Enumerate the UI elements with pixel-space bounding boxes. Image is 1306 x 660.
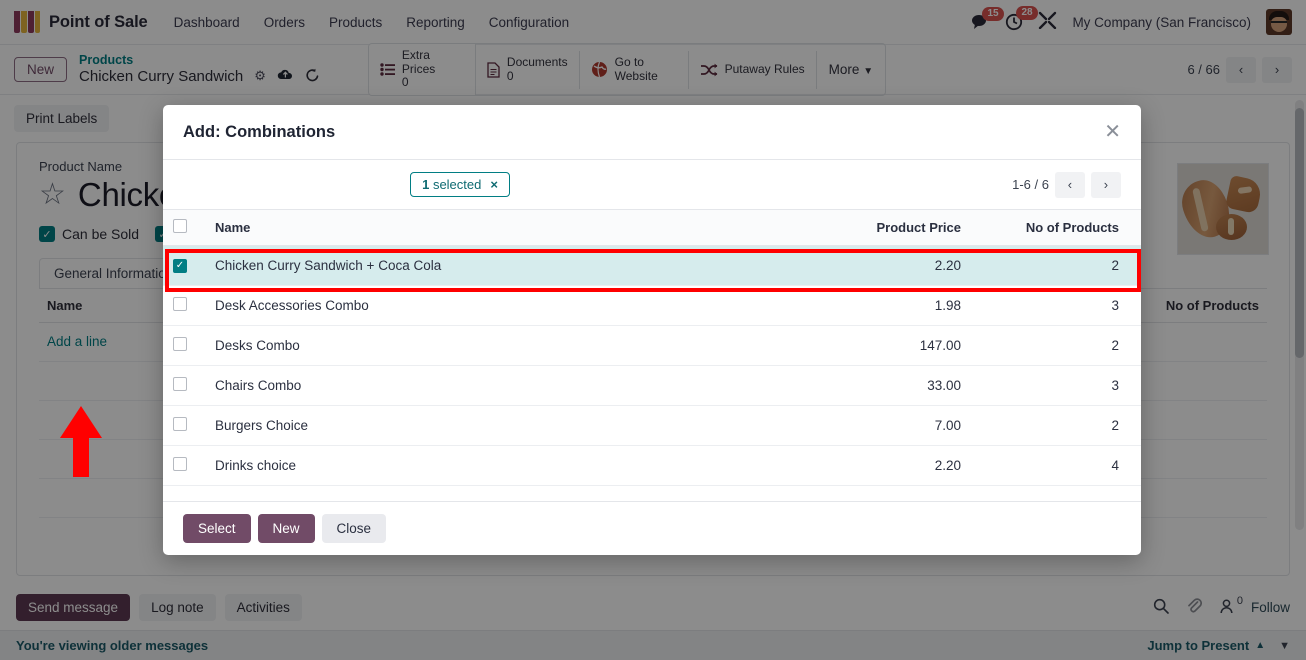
table-row[interactable]: Desks Combo 147.00 2	[163, 325, 1141, 366]
row-name[interactable]: Burgers Choice	[205, 405, 771, 446]
row-no-of-products: 3	[971, 285, 1141, 326]
table-row[interactable]: ✓ Chicken Curry Sandwich + Coca Cola 2.2…	[163, 245, 1141, 286]
clear-selection-icon[interactable]: ×	[490, 177, 498, 192]
row-checkbox-cell[interactable]	[163, 285, 205, 326]
select-button[interactable]: Select	[183, 514, 251, 543]
table-row[interactable]: Drinks choice 2.20 4	[163, 445, 1141, 486]
dialog-control-panel: 1 selected × 1-6 / 6 ‹ ›	[163, 160, 1141, 210]
row-no-of-products: 4	[971, 445, 1141, 486]
row-name[interactable]: Chicken Curry Sandwich + Coca Cola	[205, 245, 771, 286]
column-header-name[interactable]: Name	[205, 210, 771, 246]
row-no-of-products: 3	[971, 365, 1141, 406]
row-checkbox-cell[interactable]	[163, 445, 205, 486]
row-checkbox[interactable]	[173, 417, 187, 431]
select-all-header	[163, 210, 205, 246]
table-header-row: Name Product Price No of Products	[163, 210, 1141, 246]
close-button[interactable]: Close	[321, 514, 387, 543]
dialog-pager-next[interactable]: ›	[1090, 171, 1121, 198]
dialog-pager: 1-6 / 6 ‹ ›	[1012, 171, 1121, 198]
dialog-header: Add: Combinations ✕	[163, 105, 1141, 160]
row-checkbox-cell[interactable]	[163, 325, 205, 366]
row-checkbox[interactable]	[173, 337, 187, 351]
row-product-price: 147.00	[771, 325, 971, 366]
row-product-price: 2.20	[771, 245, 971, 286]
row-no-of-products: 2	[971, 405, 1141, 446]
row-product-price: 33.00	[771, 365, 971, 406]
dialog-title: Add: Combinations	[183, 122, 336, 141]
table-row[interactable]: Desk Accessories Combo 1.98 3	[163, 285, 1141, 326]
row-checkbox-cell[interactable]	[163, 405, 205, 446]
new-button[interactable]: New	[257, 514, 315, 543]
row-checkbox-cell[interactable]	[163, 365, 205, 406]
column-header-product-price[interactable]: Product Price	[771, 210, 971, 246]
table-body: ✓ Chicken Curry Sandwich + Coca Cola 2.2…	[163, 245, 1141, 486]
row-product-price: 1.98	[771, 285, 971, 326]
row-product-price: 2.20	[771, 445, 971, 486]
dialog-pager-text: 1-6 / 6	[1012, 177, 1049, 192]
selection-badge[interactable]: 1 selected ×	[410, 172, 510, 197]
selection-count: 1	[422, 177, 430, 192]
row-checkbox[interactable]	[173, 297, 187, 311]
row-checkbox[interactable]	[173, 377, 187, 391]
row-product-price: 7.00	[771, 405, 971, 446]
row-no-of-products: 2	[971, 325, 1141, 366]
row-name[interactable]: Desks Combo	[205, 325, 771, 366]
row-no-of-products: 2	[971, 245, 1141, 286]
dialog-pager-previous[interactable]: ‹	[1054, 171, 1085, 198]
dialog-body: Name Product Price No of Products ✓ Chic…	[163, 210, 1141, 501]
selection-label: selected	[432, 177, 482, 192]
select-all-checkbox[interactable]	[173, 219, 187, 233]
dialog-footer: Select New Close	[163, 501, 1141, 555]
row-checkbox[interactable]: ✓	[173, 258, 187, 273]
close-icon[interactable]: ✕	[1104, 122, 1121, 142]
row-name[interactable]: Chairs Combo	[205, 365, 771, 406]
column-header-no-of-products[interactable]: No of Products	[971, 210, 1141, 246]
row-name[interactable]: Drinks choice	[205, 445, 771, 486]
row-name[interactable]: Desk Accessories Combo	[205, 285, 771, 326]
combinations-table: Name Product Price No of Products ✓ Chic…	[163, 210, 1141, 486]
row-checkbox-cell[interactable]: ✓	[163, 245, 205, 286]
table-row[interactable]: Burgers Choice 7.00 2	[163, 405, 1141, 446]
row-checkbox[interactable]	[173, 457, 187, 471]
add-combinations-dialog: Add: Combinations ✕ 1 selected × 1-6 / 6…	[163, 105, 1141, 555]
table-row[interactable]: Chairs Combo 33.00 3	[163, 365, 1141, 406]
